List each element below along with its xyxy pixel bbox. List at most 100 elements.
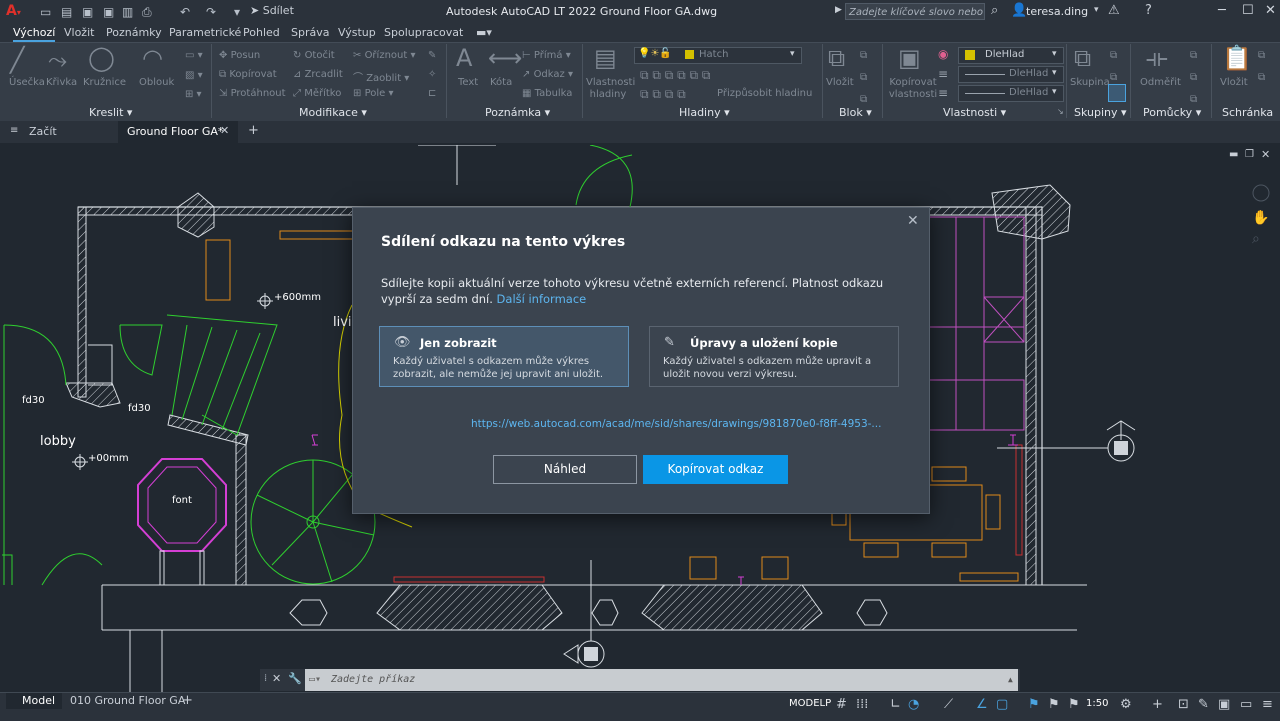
edit-and-save-option[interactable]: ✎ Úpravy a uložení kopie Každý uživatel … <box>649 326 899 387</box>
grid-icon[interactable]: # <box>836 697 847 712</box>
tab-manage[interactable]: Správa <box>291 26 329 39</box>
close-icon[interactable]: ✕ <box>907 213 919 229</box>
layer-dropdown[interactable]: 💡☀🔓 Hatch ▾ <box>634 47 802 64</box>
units-icon[interactable]: ⊡ <box>1178 697 1189 712</box>
measure-icon[interactable]: ⟛ <box>1146 44 1168 72</box>
arc-tool-label[interactable]: Oblouk <box>139 77 174 88</box>
tab-model[interactable]: Model <box>6 693 62 709</box>
learn-more-link[interactable]: Další informace <box>497 292 587 306</box>
new-layout-icon[interactable]: + <box>182 693 193 708</box>
color-dropdown[interactable]: DleHlad ▾ <box>958 47 1064 64</box>
command-history-icon[interactable]: ▭▾ <box>309 669 321 691</box>
search-expand-icon[interactable]: ▶ <box>835 5 842 15</box>
leader-tool[interactable]: ↗ Odkaz ▾ <box>522 69 573 80</box>
linetype-dropdown[interactable]: DleHlad ▾ <box>958 66 1064 83</box>
explode-tool-icon[interactable]: ✧ <box>428 69 436 80</box>
measure-label[interactable]: Odměřit <box>1140 77 1181 88</box>
annotation-panel-title[interactable]: Poznámka ▾ <box>485 106 550 119</box>
block-tool-icons[interactable]: ⧉ ⧉ ⧉ <box>860 50 867 105</box>
tab-output[interactable]: Výstup <box>338 26 376 39</box>
lineweight-icon[interactable]: ≡ <box>938 86 948 100</box>
annotation-scale-icon[interactable]: ⚑ <box>1068 697 1080 712</box>
match-properties-icon[interactable]: ▣ <box>898 44 921 72</box>
draw-panel-title[interactable]: Kreslit ▾ <box>89 106 132 119</box>
polar-tracking-icon[interactable]: ◔ <box>908 697 919 712</box>
layers-panel-title[interactable]: Hladiny ▾ <box>679 106 730 119</box>
user-menu-chevron-icon[interactable]: ▾ <box>1094 5 1099 15</box>
command-line-customize-icon[interactable]: 🔧 <box>288 672 302 685</box>
model-space-toggle[interactable]: MODELP <box>789 698 831 709</box>
auto-scale-icon[interactable]: ⚑ <box>1048 697 1060 712</box>
clipboard-panel-title[interactable]: Schránka <box>1222 106 1273 119</box>
ribbon-options-icon[interactable]: ▬▾ <box>476 26 492 39</box>
text-tool-label[interactable]: Text <box>458 77 478 88</box>
paste-icon[interactable]: 📋 <box>1222 44 1252 72</box>
tab-annotate[interactable]: Poznámky <box>106 26 162 39</box>
user-icon[interactable]: 👤 <box>1011 3 1027 18</box>
preview-button[interactable]: Náhled <box>493 455 637 484</box>
command-line-close-icon[interactable]: ✕ <box>272 672 281 685</box>
mirror-tool[interactable]: ⊿ Zrcadlit <box>293 69 343 80</box>
maximize-icon[interactable]: ☐ <box>1242 3 1254 18</box>
group-icon[interactable]: ⧉ <box>1074 44 1091 72</box>
boundary-tool-icon[interactable]: ⊞ ▾ <box>185 89 202 100</box>
customize-qat-icon[interactable]: ▾ <box>234 5 240 19</box>
new-file-icon[interactable]: ▭ <box>40 5 51 19</box>
workspace-gear-icon[interactable]: ⚙ <box>1120 697 1132 712</box>
insert-block-icon[interactable]: ⧉ <box>828 44 845 72</box>
undo-icon[interactable]: ↶ <box>180 5 190 19</box>
group-selection-toggle[interactable] <box>1108 84 1126 102</box>
lineweight-dropdown[interactable]: DleHlad ▾ <box>958 85 1064 102</box>
insert-block-label[interactable]: Vložit <box>826 77 854 88</box>
tab-ground-floor-ga[interactable]: Ground Floor GA* ✕ <box>118 121 238 143</box>
object-snap-icon[interactable]: ▢ <box>996 697 1008 712</box>
ortho-icon[interactable]: ∟ <box>890 697 901 712</box>
view-only-option[interactable]: 👁 Jen zobrazit Každý uživatel s odkazem … <box>379 326 629 387</box>
block-panel-title[interactable]: Blok ▾ <box>839 106 872 119</box>
share-button[interactable]: ➤ Sdílet <box>250 4 294 17</box>
trim-tool[interactable]: ✂ Oříznout ▾ <box>353 50 416 61</box>
tab-layout-ground-floor[interactable]: 010 Ground Floor GA <box>70 694 185 707</box>
isodraft-icon[interactable]: ⟋ <box>944 697 953 712</box>
erase-tool-icon[interactable]: ✎ <box>428 50 436 61</box>
autocad-logo-icon[interactable]: A▾ <box>6 3 21 19</box>
viewport-minimize-icon[interactable]: ▬ <box>1229 149 1238 160</box>
linear-dim-tool[interactable]: ⊢ Přímá ▾ <box>522 50 571 61</box>
user-name[interactable]: teresa.ding <box>1026 5 1088 18</box>
dimension-tool-label[interactable]: Kóta <box>490 77 512 88</box>
snap-icon[interactable]: ⁞⁞⁞ <box>856 697 868 712</box>
clean-screen-icon[interactable]: ▣ <box>1218 697 1230 712</box>
stretch-tool[interactable]: ⇲ Protáhnout <box>219 88 286 99</box>
layer-properties-icon[interactable]: ▤ <box>594 44 617 72</box>
tab-start[interactable]: Začít <box>29 125 57 138</box>
add-icon[interactable]: + <box>1152 697 1163 712</box>
utility-tool-icons[interactable]: ⧉ ⧉ ⧉ <box>1190 50 1197 105</box>
line-tool-label[interactable]: Úsečka <box>9 77 45 88</box>
tab-insert[interactable]: Vložit <box>64 26 94 39</box>
viewport-restore-icon[interactable]: ❐ <box>1245 149 1254 160</box>
dimension-tool-icon[interactable]: ⟷ <box>488 44 522 72</box>
color-wheel-icon[interactable]: ◉ <box>938 47 948 61</box>
offset-tool-icon[interactable]: ⊏ <box>428 88 436 99</box>
properties-panel-title[interactable]: Vlastnosti ▾ <box>943 106 1006 119</box>
line-tool-icon[interactable]: ╱ <box>10 46 24 74</box>
close-icon[interactable]: ✕ <box>1265 3 1276 18</box>
search-input[interactable]: Zadejte klíčové slovo nebo výraz <box>845 3 985 20</box>
save-icon[interactable]: ▣ <box>82 5 93 19</box>
clipboard-tool-icons[interactable]: ⧉ ⧉ <box>1258 50 1265 83</box>
layer-tools-row-icons[interactable]: ⧉ ⧉ ⧉ ⧉ ⧉ ⧉ <box>640 68 710 83</box>
groups-panel-title[interactable]: Skupiny ▾ <box>1074 106 1127 119</box>
match-layer-tool[interactable]: Přizpůsobit hladinu <box>717 88 812 99</box>
tab-parametric[interactable]: Parametrické <box>169 26 241 39</box>
modify-panel-title[interactable]: Modifikace ▾ <box>299 106 367 119</box>
share-url-link[interactable]: https://web.autocad.com/acad/me/sid/shar… <box>471 418 881 430</box>
array-tool[interactable]: ⊞ Pole ▾ <box>353 88 394 99</box>
copy-tool[interactable]: ⧉ Kopírovat <box>219 69 277 80</box>
save-as-icon[interactable]: ▣ <box>103 5 114 19</box>
paste-label[interactable]: Vložit <box>1220 77 1248 88</box>
command-line-grip-icon[interactable]: ⁞ <box>264 673 267 684</box>
minimize-icon[interactable]: ─ <box>1218 3 1226 18</box>
table-tool[interactable]: ▦ Tabulka <box>522 88 572 99</box>
scale-tool[interactable]: ⤢ Měřítko <box>293 88 341 99</box>
text-tool-icon[interactable]: A <box>456 44 472 72</box>
